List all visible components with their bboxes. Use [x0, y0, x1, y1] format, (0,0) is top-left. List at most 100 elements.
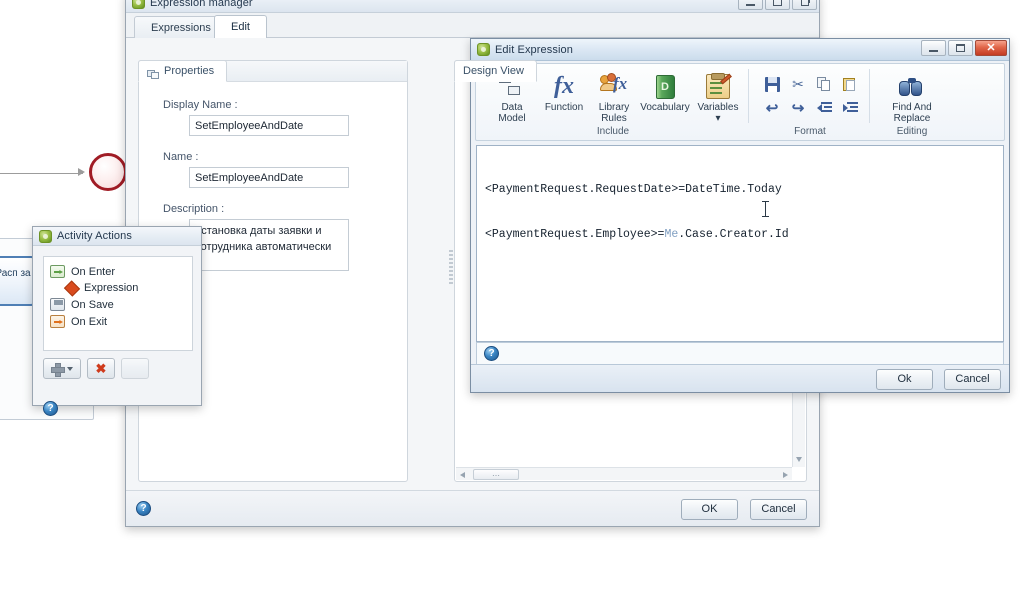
minimize-button[interactable] — [921, 40, 946, 56]
ribbon-group-format-label: Format — [794, 126, 826, 137]
copy-icon — [817, 76, 831, 92]
close-button[interactable]: ✕ — [975, 40, 1007, 56]
library-rules-button[interactable]: fx Library Rules — [588, 69, 640, 124]
paste-button[interactable] — [840, 74, 860, 94]
undo-button[interactable]: ↩ — [762, 98, 782, 118]
cancel-button[interactable]: Cancel — [944, 369, 1001, 390]
variables-icon — [692, 69, 744, 99]
add-action-button[interactable] — [43, 358, 81, 379]
find-and-replace-label-2: Replace — [893, 113, 931, 124]
text-cursor — [762, 201, 769, 217]
activity-actions-list[interactable]: On Enter Expression On Save On Exit — [43, 256, 193, 351]
horizontal-scroll-thumb[interactable]: ⋯ — [473, 469, 519, 480]
list-item-label: On Exit — [71, 315, 108, 328]
chevron-down-icon — [67, 366, 73, 371]
delete-x-icon: ✖ — [95, 361, 107, 376]
minimize-button[interactable] — [738, 0, 763, 10]
design-horizontal-scrollbar[interactable]: ⋯ — [456, 467, 792, 480]
list-item-on-save[interactable]: On Save — [44, 296, 192, 313]
tab-edit[interactable]: Edit — [214, 15, 267, 39]
expression-line-2: <PaymentRequest.Employee>=Me.Case.Creato… — [485, 227, 995, 242]
library-rules-icon: fx — [588, 69, 640, 99]
on-save-icon — [50, 298, 65, 311]
expression-line-2-suffix: .Case.Creator.Id — [678, 228, 789, 241]
variables-dropdown-caret[interactable]: ▾ — [692, 113, 744, 124]
cut-button[interactable]: ✂ — [788, 74, 808, 94]
increase-indent-icon — [842, 101, 858, 115]
library-rules-label-1: Library — [598, 102, 630, 113]
scroll-left-arrow[interactable] — [460, 472, 465, 478]
list-item-on-exit[interactable]: On Exit — [44, 313, 192, 330]
function-button[interactable]: fx Function — [538, 69, 590, 113]
diagram-connector-arrow — [78, 168, 85, 176]
tab-properties-label: Properties — [164, 65, 215, 77]
ok-button[interactable]: OK — [681, 499, 738, 520]
list-item-label: Expression — [84, 282, 139, 294]
scroll-thumb-grip: ⋯ — [492, 471, 501, 480]
activity-actions-body: On Enter Expression On Save On Exit ✖ ? — [33, 246, 201, 416]
ok-button[interactable]: Ok — [876, 369, 933, 390]
list-item-label: On Enter — [71, 265, 116, 278]
data-model-label-2: Model — [498, 113, 526, 124]
ribbon-group-include-label: Include — [596, 126, 630, 137]
edit-expression-titlebar[interactable]: Edit Expression ✕ — [471, 39, 1009, 61]
expression-line-2-prefix: <PaymentRequest.Employee>= — [485, 228, 665, 241]
app-icon — [132, 0, 145, 9]
extra-action-button[interactable] — [121, 358, 149, 379]
redo-button[interactable]: ↪ — [788, 98, 808, 118]
tab-design-view[interactable]: Design View — [454, 60, 537, 82]
expression-manager-tabs: Expressions Edit — [126, 13, 819, 39]
expression-editor[interactable]: <PaymentRequest.RequestDate>=DateTime.To… — [476, 145, 1004, 342]
help-icon[interactable]: ? — [136, 501, 151, 516]
help-icon[interactable]: ? — [484, 346, 499, 361]
ribbon-separator-1 — [748, 69, 749, 123]
save-icon — [764, 76, 780, 92]
tab-properties[interactable]: Properties — [138, 60, 228, 82]
maximize-button[interactable] — [948, 40, 973, 56]
expression-manager-titlebar[interactable]: Expression manager — [126, 0, 819, 13]
copy-button[interactable] — [814, 74, 834, 94]
undo-icon: ↩ — [765, 99, 779, 117]
cancel-button[interactable]: Cancel — [750, 499, 807, 520]
diagram-connector — [0, 173, 83, 174]
edit-expression-footer: Ok Cancel — [471, 364, 1009, 392]
find-and-replace-label-1: Find And — [892, 102, 932, 113]
diagram-end-event — [89, 153, 127, 191]
help-icon[interactable]: ? — [43, 401, 58, 416]
find-and-replace-icon — [882, 69, 942, 99]
decrease-indent-icon — [816, 101, 832, 115]
increase-indent-button[interactable] — [840, 98, 860, 118]
vocabulary-button[interactable]: D Vocabulary — [636, 69, 694, 113]
expression-line-1: <PaymentRequest.RequestDate>=DateTime.To… — [485, 182, 995, 197]
properties-icon — [147, 66, 159, 79]
scroll-right-arrow[interactable] — [783, 472, 788, 478]
decrease-indent-button[interactable] — [814, 98, 834, 118]
expression-manager-window-buttons — [738, 0, 817, 10]
scroll-down-arrow[interactable] — [796, 457, 802, 462]
function-label: Function — [544, 102, 584, 113]
name-input[interactable]: SetEmployeeAndDate — [189, 167, 349, 188]
restore-button[interactable] — [765, 0, 790, 10]
delete-action-button[interactable]: ✖ — [87, 358, 115, 379]
expression-token-me: Me — [664, 228, 679, 241]
list-item-on-enter[interactable]: On Enter — [44, 263, 192, 280]
activity-actions-titlebar[interactable]: Activity Actions — [33, 227, 201, 246]
on-exit-icon — [50, 315, 65, 328]
tab-design-view-label: Design View — [463, 65, 524, 77]
edit-expression-title: Edit Expression — [495, 43, 573, 56]
vocabulary-book-icon: D — [636, 69, 694, 99]
paste-icon — [843, 77, 857, 92]
activity-actions-title: Activity Actions — [57, 230, 132, 242]
variables-button[interactable]: Variables ▾ — [692, 69, 744, 124]
close-button[interactable] — [792, 0, 817, 10]
find-and-replace-button[interactable]: Find And Replace — [882, 69, 942, 124]
description-input[interactable]: Установка даты заявки и сотрудника автом… — [189, 219, 349, 271]
display-name-label: Display Name : — [163, 99, 238, 111]
ribbon-separator-2 — [869, 69, 870, 123]
description-label: Description : — [163, 203, 225, 215]
list-item-expression[interactable]: Expression — [44, 279, 192, 297]
save-button[interactable] — [762, 74, 782, 94]
list-item-label: On Save — [71, 298, 114, 311]
display-name-input[interactable]: SetEmployeeAndDate — [189, 115, 349, 136]
cut-icon: ✂ — [792, 76, 804, 92]
